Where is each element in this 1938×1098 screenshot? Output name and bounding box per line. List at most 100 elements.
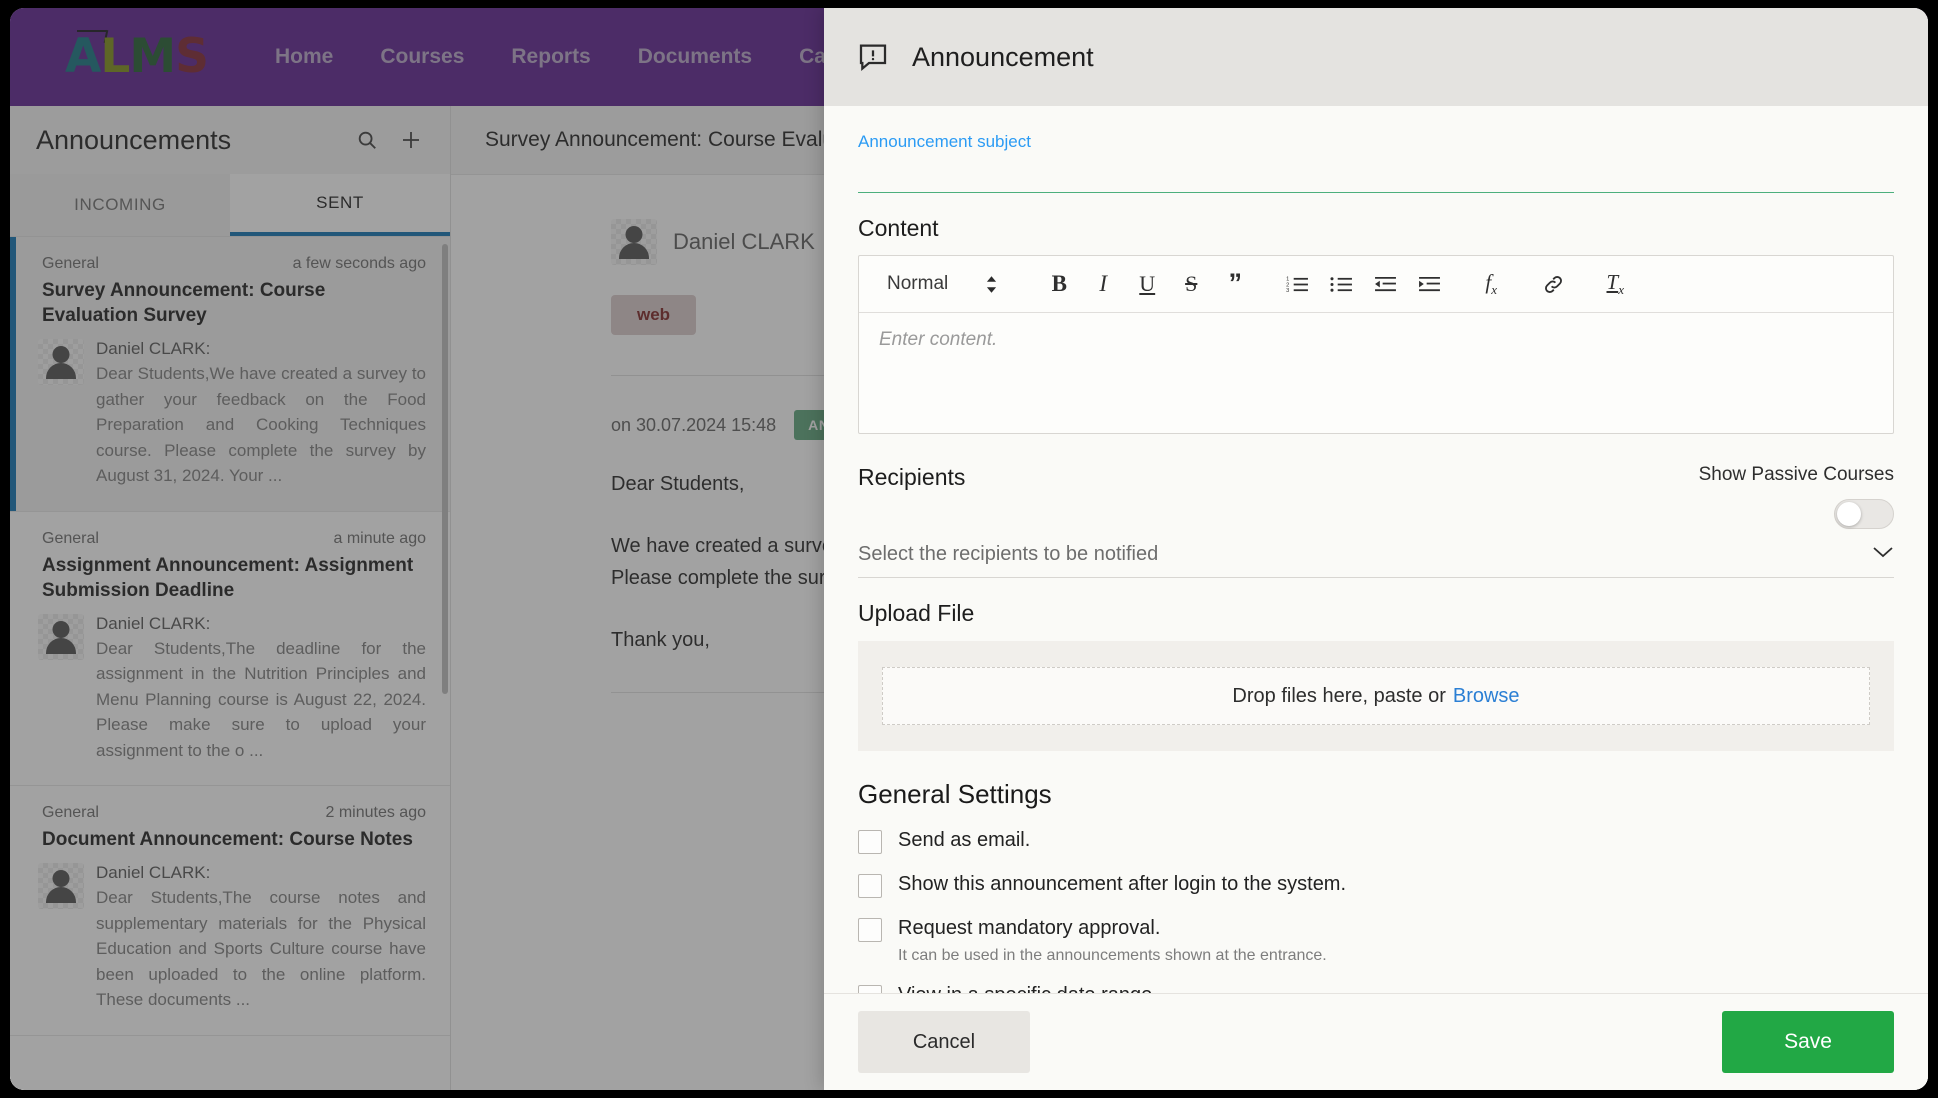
ordered-list-icon[interactable]: 1 2 3: [1275, 262, 1319, 306]
setting-date-range[interactable]: View in a specific date range. If you ch…: [858, 983, 1894, 993]
list-item-title: Assignment Announcement: Assignment Subm…: [42, 554, 414, 601]
logo-letter-a: A: [65, 29, 101, 84]
setting-send-as-email[interactable]: Send as email.: [858, 828, 1894, 854]
checkbox[interactable]: [858, 918, 882, 942]
alms-logo[interactable]: ALMS: [55, 24, 225, 90]
subject-input[interactable]: [858, 163, 1894, 193]
list-item-title: Document Announcement: Course Notes: [42, 829, 413, 851]
setting-description: It can be used in the announcements show…: [898, 947, 1327, 964]
detail-date: on 30.07.2024 15:48: [611, 414, 777, 435]
sidebar-scrollbar[interactable]: [442, 244, 448, 694]
list-item[interactable]: General a few seconds ago Survey Announc…: [10, 237, 450, 512]
list-item-author: Daniel CLARK:: [96, 863, 211, 883]
nav-home[interactable]: Home: [275, 45, 333, 69]
announcement-bubble-icon: [856, 41, 890, 73]
tab-sent[interactable]: SENT: [230, 174, 450, 236]
chevron-updown-icon: [986, 275, 997, 293]
nav-reports[interactable]: Reports: [511, 45, 590, 69]
recipients-header: Recipients Show Passive Courses: [858, 464, 1894, 529]
passive-courses-label: Show Passive Courses: [1698, 464, 1894, 485]
announcement-panel: ✕ CLOSE Announcement Announcement subjec…: [824, 8, 1928, 1090]
checkbox[interactable]: [858, 985, 882, 993]
list-item-author: Daniel CLARK:: [96, 339, 211, 359]
list-item-time: 2 minutes ago: [325, 804, 426, 822]
general-settings-title: General Settings: [858, 779, 1052, 809]
tab-incoming[interactable]: INCOMING: [10, 174, 230, 236]
strikethrough-icon[interactable]: S: [1169, 262, 1213, 306]
list-item-snippet: Dear Students,The deadline for the assig…: [96, 638, 426, 760]
upload-drop-text: Drop files here, paste or: [1232, 684, 1446, 707]
list-item[interactable]: General 2 minutes ago Document Announcem…: [10, 786, 450, 1036]
announcement-list: General a few seconds ago Survey Announc…: [10, 237, 450, 1036]
sidebar-tabs: INCOMING SENT: [10, 174, 450, 237]
link-icon[interactable]: [1531, 262, 1575, 306]
avatar: [38, 339, 84, 386]
setting-mandatory-approval[interactable]: Request mandatory approval. It can be us…: [858, 916, 1894, 965]
logo-letter-s: S: [175, 29, 209, 84]
announcements-sidebar: Announcements INCOMING SENT General a fe…: [10, 106, 451, 1090]
browse-link[interactable]: Browse: [1453, 685, 1520, 708]
sidebar-header: Announcements: [10, 106, 450, 174]
indent-icon[interactable]: [1407, 262, 1451, 306]
content-editor: Normal B I U S ” 1 2 3 fx Tx Enter conte…: [858, 255, 1894, 434]
nav-documents[interactable]: Documents: [638, 45, 752, 69]
logo-letter-l: L: [100, 29, 130, 84]
outdent-icon[interactable]: [1363, 262, 1407, 306]
recipients-select[interactable]: Select the recipients to be notified: [858, 543, 1894, 578]
checkbox[interactable]: [858, 830, 882, 854]
cancel-button[interactable]: Cancel: [858, 1011, 1030, 1073]
italic-icon[interactable]: I: [1081, 262, 1125, 306]
list-item-time: a few seconds ago: [292, 255, 426, 272]
list-item-category: General: [42, 529, 99, 547]
setting-label: View in a specific date range.: [898, 983, 1480, 993]
panel-footer: Cancel Save: [824, 993, 1928, 1090]
upload-dropzone[interactable]: Drop files here, paste or Browse: [882, 667, 1870, 725]
detail-sender-name: Daniel CLARK: [673, 229, 815, 254]
nav-courses[interactable]: Courses: [380, 45, 464, 69]
subject-label: Announcement subject: [858, 132, 1031, 151]
list-item-body: Daniel CLARK: Dear Students,The course n…: [96, 863, 426, 1013]
list-item-row: Daniel CLARK: Dear Students,The course n…: [38, 863, 426, 1013]
recipients-title: Recipients: [858, 464, 966, 490]
list-item-snippet: Dear Students,We have created a survey t…: [96, 364, 426, 486]
panel-title: Announcement: [912, 41, 1094, 72]
list-item-meta: General a minute ago: [38, 530, 426, 548]
avatar: [38, 613, 84, 660]
setting-label: Send as email.: [898, 829, 1031, 851]
formula-icon[interactable]: fx: [1469, 262, 1513, 306]
detail-channel-chip: web: [611, 295, 697, 335]
search-icon[interactable]: [350, 123, 384, 157]
recipients-placeholder: Select the recipients to be notified: [858, 543, 1159, 565]
screen: ALMS Home Courses Reports Documents Cale…: [0, 0, 1938, 1098]
list-item-category: General: [42, 804, 99, 822]
chevron-down-icon: [1872, 545, 1894, 564]
format-select-value: Normal: [887, 273, 949, 294]
sidebar-title: Announcements: [36, 124, 232, 155]
blockquote-icon[interactable]: ”: [1213, 262, 1257, 306]
list-item-body: Daniel CLARK: Dear Students,We have crea…: [96, 339, 426, 489]
list-item-row: Daniel CLARK: Dear Students,We have crea…: [38, 339, 426, 489]
plus-icon[interactable]: [394, 123, 428, 157]
content-input[interactable]: Enter content.: [859, 313, 1893, 433]
format-select[interactable]: Normal: [873, 273, 1007, 295]
list-item-title: Survey Announcement: Course Evaluation S…: [42, 280, 326, 327]
list-item[interactable]: General a minute ago Assignment Announce…: [10, 511, 450, 787]
passive-courses-toggle[interactable]: [1834, 499, 1894, 529]
subject-field-block: Announcement subject: [858, 106, 1894, 193]
underline-icon[interactable]: U: [1125, 262, 1169, 306]
list-item-meta: General 2 minutes ago: [38, 804, 426, 822]
list-item-meta: General a few seconds ago: [38, 255, 426, 273]
upload-dropzone-outer: Drop files here, paste or Browse: [858, 641, 1894, 751]
list-item-category: General: [42, 255, 99, 272]
clear-format-icon[interactable]: Tx: [1593, 262, 1637, 306]
checkbox[interactable]: [858, 874, 882, 898]
save-button[interactable]: Save: [1722, 1011, 1894, 1073]
list-item-snippet: Dear Students,The course notes and suppl…: [96, 888, 426, 1010]
setting-show-after-login[interactable]: Show this announcement after login to th…: [858, 872, 1894, 898]
passive-courses-block: Show Passive Courses: [1699, 464, 1894, 529]
logo-letter-m: M: [129, 29, 176, 84]
list-item-author: Daniel CLARK:: [96, 613, 211, 633]
setting-label: Request mandatory approval.: [898, 917, 1161, 939]
bullet-list-icon[interactable]: [1319, 262, 1363, 306]
bold-icon[interactable]: B: [1037, 262, 1081, 306]
